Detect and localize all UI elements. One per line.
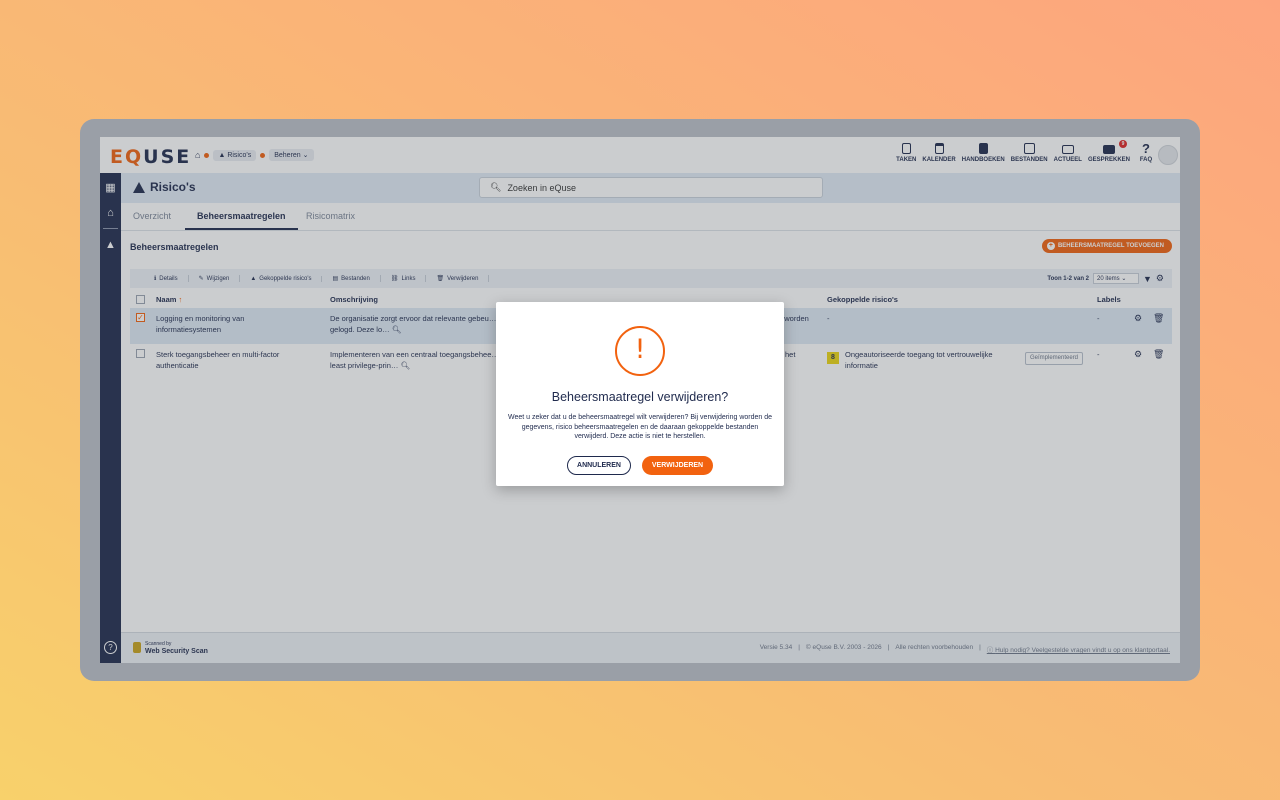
dialog-title: Beheersmaatregel verwijderen? bbox=[551, 390, 729, 404]
cancel-button[interactable]: ANNULEREN bbox=[567, 456, 631, 475]
delete-confirmation-dialog: ! Beheersmaatregel verwijderen? Weet u z… bbox=[496, 302, 784, 486]
confirm-delete-button[interactable]: VERWIJDEREN bbox=[642, 456, 713, 475]
dialog-message: Weet u zeker dat u de beheersmaatregel w… bbox=[507, 414, 773, 440]
exclamation-icon: ! bbox=[615, 326, 665, 376]
